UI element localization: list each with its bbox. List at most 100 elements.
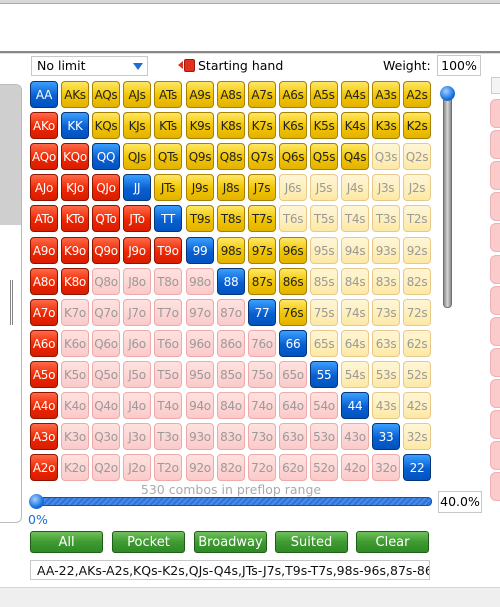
hand-cell-A2o[interactable]: A2o xyxy=(30,454,58,481)
weight-slider-thumb[interactable] xyxy=(440,86,455,101)
hand-cell-Q3s[interactable]: Q3s xyxy=(372,143,400,170)
hand-cell-62s[interactable]: 62s xyxy=(403,330,431,357)
right-panel-cell[interactable] xyxy=(490,161,500,190)
hand-cell-A7s[interactable]: A7s xyxy=(248,81,276,108)
hand-cell-73o[interactable]: 73o xyxy=(248,423,276,450)
hand-cell-J3o[interactable]: J3o xyxy=(123,423,151,450)
hand-cell-53o[interactable]: 53o xyxy=(310,423,338,450)
hand-cell-QJs[interactable]: QJs xyxy=(123,143,151,170)
hand-cell-Q5o[interactable]: Q5o xyxy=(92,361,120,388)
hand-cell-AA[interactable]: AA xyxy=(30,81,58,108)
hand-cell-96s[interactable]: 96s xyxy=(279,237,307,264)
hand-cell-K6s[interactable]: K6s xyxy=(279,112,307,139)
left-scrollbar[interactable] xyxy=(0,84,22,523)
hand-cell-92o[interactable]: 92o xyxy=(186,454,214,481)
hand-cell-66[interactable]: 66 xyxy=(279,330,307,357)
hand-cell-54s[interactable]: 54s xyxy=(341,361,369,388)
hand-cell-JTs[interactable]: JTs xyxy=(154,174,182,201)
hand-cell-A4s[interactable]: A4s xyxy=(341,81,369,108)
hand-cell-K2s[interactable]: K2s xyxy=(403,112,431,139)
hand-cell-T5s[interactable]: T5s xyxy=(310,205,338,232)
hand-cell-A6o[interactable]: A6o xyxy=(30,330,58,357)
hand-cell-JTo[interactable]: JTo xyxy=(123,205,151,232)
hand-cell-J7o[interactable]: J7o xyxy=(123,299,151,326)
hand-cell-AQs[interactable]: AQs xyxy=(92,81,120,108)
hand-cell-72o[interactable]: 72o xyxy=(248,454,276,481)
hand-cell-62o[interactable]: 62o xyxy=(279,454,307,481)
hand-cell-T7s[interactable]: T7s xyxy=(248,205,276,232)
hand-cell-Q6s[interactable]: Q6s xyxy=(279,143,307,170)
hand-cell-KQo[interactable]: KQo xyxy=(61,143,89,170)
hand-cell-72s[interactable]: 72s xyxy=(403,299,431,326)
hand-cell-T3o[interactable]: T3o xyxy=(154,423,182,450)
hand-cell-63o[interactable]: 63o xyxy=(279,423,307,450)
hand-cell-J9o[interactable]: J9o xyxy=(123,237,151,264)
hand-cell-T8s[interactable]: T8s xyxy=(217,205,245,232)
hand-cell-K8o[interactable]: K8o xyxy=(61,268,89,295)
scrollbar-thumb[interactable] xyxy=(0,85,21,225)
hand-cell-T4s[interactable]: T4s xyxy=(341,205,369,232)
hand-cell-T7o[interactable]: T7o xyxy=(154,299,182,326)
hand-cell-65o[interactable]: 65o xyxy=(279,361,307,388)
hand-cell-94o[interactable]: 94o xyxy=(186,392,214,419)
right-panel-cell[interactable] xyxy=(490,348,500,377)
hand-cell-T9s[interactable]: T9s xyxy=(186,205,214,232)
hand-cell-44[interactable]: 44 xyxy=(341,392,369,419)
hand-cell-92s[interactable]: 92s xyxy=(403,237,431,264)
hand-cell-K4o[interactable]: K4o xyxy=(61,392,89,419)
hand-cell-KJs[interactable]: KJs xyxy=(123,112,151,139)
range-text-input[interactable]: AA-22,AKs-A2s,KQs-K2s,QJs-Q4s,JTs-J7s,T9… xyxy=(30,560,430,580)
hand-cell-T2s[interactable]: T2s xyxy=(403,205,431,232)
hand-cell-75s[interactable]: 75s xyxy=(310,299,338,326)
hand-cell-Q7s[interactable]: Q7s xyxy=(248,143,276,170)
hand-cell-65s[interactable]: 65s xyxy=(310,330,338,357)
hand-cell-J4o[interactable]: J4o xyxy=(123,392,151,419)
hand-cell-K4s[interactable]: K4s xyxy=(341,112,369,139)
weight-slider-track[interactable] xyxy=(443,96,452,308)
right-panel-cell[interactable] xyxy=(490,472,500,501)
hand-cell-T2o[interactable]: T2o xyxy=(154,454,182,481)
hand-cell-97o[interactable]: 97o xyxy=(186,299,214,326)
hand-cell-K5o[interactable]: K5o xyxy=(61,361,89,388)
range-slider-thumb[interactable] xyxy=(29,494,44,509)
hand-cell-Q2o[interactable]: Q2o xyxy=(92,454,120,481)
right-panel-checkbox[interactable] xyxy=(491,77,500,94)
hand-cell-K7s[interactable]: K7s xyxy=(248,112,276,139)
right-panel-cell[interactable] xyxy=(490,192,500,221)
hand-cell-J6s[interactable]: J6s xyxy=(279,174,307,201)
hand-cell-Q6o[interactable]: Q6o xyxy=(92,330,120,357)
hand-cell-KTo[interactable]: KTo xyxy=(61,205,89,232)
hand-cell-96o[interactable]: 96o xyxy=(186,330,214,357)
hand-cell-QJo[interactable]: QJo xyxy=(92,174,120,201)
hand-cell-98o[interactable]: 98o xyxy=(186,268,214,295)
hand-cell-AKo[interactable]: AKo xyxy=(30,112,58,139)
hand-cell-KTs[interactable]: KTs xyxy=(154,112,182,139)
hand-cell-43s[interactable]: 43s xyxy=(372,392,400,419)
hand-cell-A7o[interactable]: A7o xyxy=(30,299,58,326)
hand-cell-73s[interactable]: 73s xyxy=(372,299,400,326)
right-panel-cell[interactable] xyxy=(490,410,500,439)
hand-cell-Q9o[interactable]: Q9o xyxy=(92,237,120,264)
hand-cell-74s[interactable]: 74s xyxy=(341,299,369,326)
hand-cell-A3s[interactable]: A3s xyxy=(372,81,400,108)
hand-cell-55[interactable]: 55 xyxy=(310,361,338,388)
clear-button[interactable]: Clear xyxy=(356,531,429,553)
hand-cell-A4o[interactable]: A4o xyxy=(30,392,58,419)
hand-cell-T4o[interactable]: T4o xyxy=(154,392,182,419)
hand-cell-76s[interactable]: 76s xyxy=(279,299,307,326)
hand-cell-T8o[interactable]: T8o xyxy=(154,268,182,295)
hand-cell-J3s[interactable]: J3s xyxy=(372,174,400,201)
hand-cell-83s[interactable]: 83s xyxy=(372,268,400,295)
hand-cell-99[interactable]: 99 xyxy=(186,237,214,264)
hand-cell-Q5s[interactable]: Q5s xyxy=(310,143,338,170)
hand-cell-Q7o[interactable]: Q7o xyxy=(92,299,120,326)
hand-cell-74o[interactable]: 74o xyxy=(248,392,276,419)
hand-cell-Q9s[interactable]: Q9s xyxy=(186,143,214,170)
hand-cell-ATo[interactable]: ATo xyxy=(30,205,58,232)
hand-cell-52s[interactable]: 52s xyxy=(403,361,431,388)
hand-cell-QQ[interactable]: QQ xyxy=(92,143,120,170)
hand-cell-43o[interactable]: 43o xyxy=(341,423,369,450)
hand-cell-32o[interactable]: 32o xyxy=(372,454,400,481)
hand-cell-32s[interactable]: 32s xyxy=(403,423,431,450)
weight-input[interactable]: 100% xyxy=(437,55,481,76)
